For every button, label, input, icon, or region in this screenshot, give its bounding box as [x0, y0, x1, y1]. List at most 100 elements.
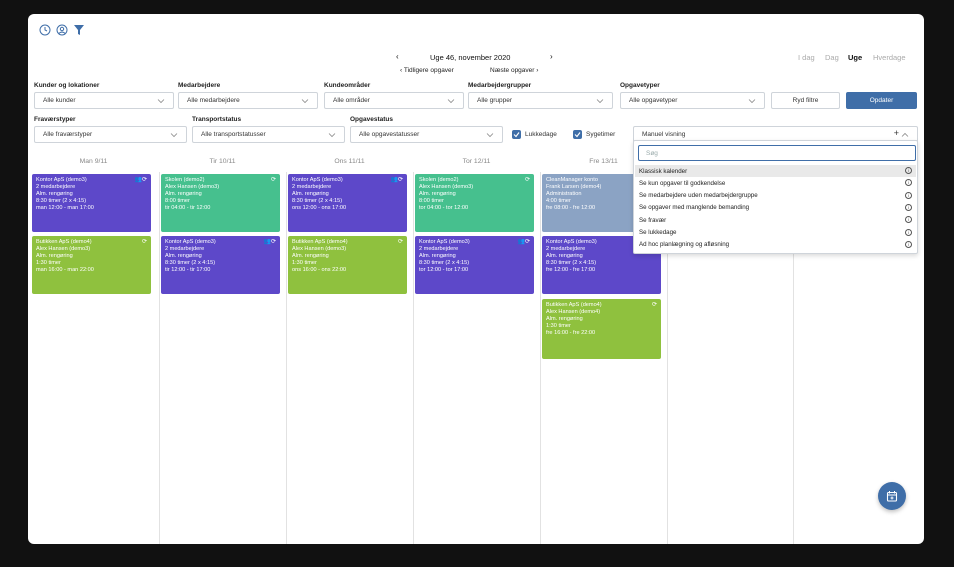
column-divider — [159, 172, 160, 544]
task-card-line: fre 12:00 - fre 17:00 — [546, 267, 596, 273]
repeat-icon: ⟳ — [397, 239, 403, 245]
task-card-line: 8:30 timer (2 x 4:15) — [292, 198, 343, 204]
info-icon[interactable]: i — [905, 240, 912, 248]
transport-status-value: Alle transportstatusser — [201, 131, 266, 138]
add-task-button[interactable] — [878, 482, 906, 510]
info-icon[interactable]: i — [905, 228, 912, 236]
chevron-down-icon — [596, 99, 604, 104]
task-card[interactable]: Skolen (demo2) Alex Hansen (demo3) Alm. re… — [161, 174, 280, 232]
task-card-line: Butikken ApS (demo4) — [546, 302, 602, 308]
view-option[interactable]: Se lukkedage i — [635, 227, 916, 239]
view-option[interactable]: Se opgaver med manglende bemanding i — [635, 202, 916, 214]
task-card-line: 8:30 timer (2 x 4:15) — [165, 260, 216, 266]
view-option-label: Se fravær — [639, 216, 667, 224]
info-icon[interactable]: i — [905, 167, 912, 174]
user-icon[interactable] — [55, 23, 69, 37]
task-card-line: 1:30 timer — [36, 260, 61, 266]
closed-days-checkbox[interactable]: Lukkedage — [512, 130, 557, 139]
update-button[interactable]: Opdater — [846, 92, 917, 109]
view-option[interactable]: Se fravær i — [635, 214, 916, 226]
view-search-input[interactable]: Søg — [638, 145, 916, 161]
info-icon[interactable]: i — [905, 191, 912, 199]
task-card-line: Kontor ApS (demo3) — [165, 239, 216, 245]
task-card-line: Alex Hansen (demo3) — [165, 184, 220, 190]
absence-types-value: Alle fraværstyper — [43, 131, 93, 138]
employees-label: Medarbejdere — [178, 82, 221, 89]
check-icon — [512, 130, 521, 139]
next-week-arrow[interactable]: › — [550, 52, 553, 61]
task-types-label: Opgavetyper — [620, 82, 660, 89]
groups-label: Medarbejdergrupper — [468, 82, 532, 89]
task-card-line: 2 medarbejdere — [165, 246, 205, 252]
groups-select[interactable]: Alle grupper — [468, 92, 613, 109]
group-repeat-icon: 👥⟳ — [263, 239, 277, 245]
view-option-label: Se medarbejdere uden medarbejdergruppe — [639, 192, 758, 200]
transport-status-select[interactable]: Alle transportstatusser — [192, 126, 345, 143]
task-card-line: Alm. rengøring — [165, 253, 202, 259]
task-card[interactable]: Kontor ApS (demo3) 2 medarbejdere Alm. ren… — [32, 174, 151, 232]
closed-days-label: Lukkedage — [525, 131, 557, 138]
info-icon[interactable]: i — [905, 203, 912, 211]
task-card-line: Alex Hansen (demo4) — [546, 309, 601, 315]
view-option[interactable]: Klassisk kalender i — [635, 165, 916, 177]
view-day[interactable]: Dag — [825, 53, 839, 62]
next-tasks-label: Næste opgaver — [490, 67, 535, 74]
repeat-icon: ⟳ — [651, 302, 657, 308]
view-today[interactable]: I dag — [798, 53, 815, 62]
task-card-line: Alm. rengøring — [419, 253, 456, 259]
reset-filters-button[interactable]: Ryd filtre — [771, 92, 840, 109]
view-option[interactable]: Se medarbejdere uden medarbejdergruppe i — [635, 190, 916, 202]
task-card-line: tir 04:00 - tir 12:00 — [165, 205, 211, 211]
prev-week-arrow[interactable]: ‹ — [396, 52, 399, 61]
groups-value: Alle grupper — [477, 97, 513, 104]
customers-select[interactable]: Alle kunder — [34, 92, 174, 109]
filter-icon[interactable] — [72, 23, 86, 37]
transport-status-label: Transportstatus — [192, 116, 242, 123]
areas-label: Kundeområder — [324, 82, 371, 89]
task-card-line: Butikken ApS (demo4) — [292, 239, 348, 245]
task-types-select[interactable]: Alle opgavetyper — [620, 92, 765, 109]
group-repeat-icon: 👥⟳ — [517, 239, 531, 245]
task-card-line: Skolen (demo2) — [419, 177, 459, 183]
view-mode-value: Manuel visning — [642, 131, 686, 138]
info-icon[interactable]: i — [905, 216, 912, 224]
task-status-select[interactable]: Alle opgavestatusser — [350, 126, 503, 143]
absence-types-select[interactable]: Alle fraværstyper — [34, 126, 187, 143]
sick-hours-label: Sygetimer — [586, 131, 616, 138]
task-card-line: 8:00 timer — [165, 198, 190, 204]
view-option-label: Ad hoc planlægning og afløsning — [639, 241, 730, 249]
task-card-line: 1:30 timer — [546, 323, 571, 329]
task-card[interactable]: Kontor ApS (demo3) 2 medarbejdere Alm. ren… — [288, 174, 407, 232]
day-header-thu: Tor 12/11 — [462, 158, 491, 165]
task-card[interactable]: Kontor ApS (demo3) 2 medarbejdere Alm. ren… — [415, 236, 534, 294]
areas-select[interactable]: Alle områder — [324, 92, 464, 109]
repeat-icon: ⟳ — [141, 239, 147, 245]
task-card-line: 8:30 timer (2 x 4:15) — [36, 198, 87, 204]
task-card-line: tor 04:00 - tor 12:00 — [419, 205, 469, 211]
task-card[interactable]: Butikken ApS (demo4) Alex Hansen (demo3) A… — [288, 236, 407, 294]
chevron-down-icon — [447, 99, 455, 104]
clock-icon[interactable] — [38, 23, 52, 37]
column-divider — [413, 172, 414, 544]
view-option[interactable]: Se kun opgaver til godkendelse i — [635, 177, 916, 189]
task-card[interactable]: Skolen (demo2) Alex Hansen (demo3) Alm. re… — [415, 174, 534, 232]
next-tasks-link[interactable]: Næste opgaver › — [490, 67, 538, 74]
view-option[interactable]: Ad hoc planlægning og afløsning i — [635, 239, 916, 251]
task-card-line: Alm. rengøring — [36, 253, 73, 259]
sick-hours-checkbox[interactable]: Sygetimer — [573, 130, 615, 139]
repeat-icon: ⟳ — [524, 177, 530, 183]
view-weekdays[interactable]: Hverdage — [873, 53, 906, 62]
column-divider — [540, 172, 541, 544]
chevron-down-icon — [301, 99, 309, 104]
view-week[interactable]: Uge — [848, 53, 862, 62]
info-icon[interactable]: i — [905, 179, 912, 187]
task-card[interactable]: Kontor ApS (demo3) 2 medarbejdere Alm. ren… — [161, 236, 280, 294]
task-card[interactable]: Butikken ApS (demo4) Alex Hansen (demo3) A… — [32, 236, 151, 294]
employees-select[interactable]: Alle medarbejdere — [178, 92, 318, 109]
plus-icon[interactable]: + — [894, 128, 899, 138]
prev-tasks-link[interactable]: ‹ Tidligere opgaver — [400, 67, 454, 74]
view-option-label: Se kun opgaver til godkendelse — [639, 179, 726, 187]
task-card-line: Alm. rengøring — [546, 253, 583, 259]
task-card[interactable]: Butikken ApS (demo4) Alex Hansen (demo4) A… — [542, 299, 661, 359]
areas-value: Alle områder — [333, 97, 370, 104]
